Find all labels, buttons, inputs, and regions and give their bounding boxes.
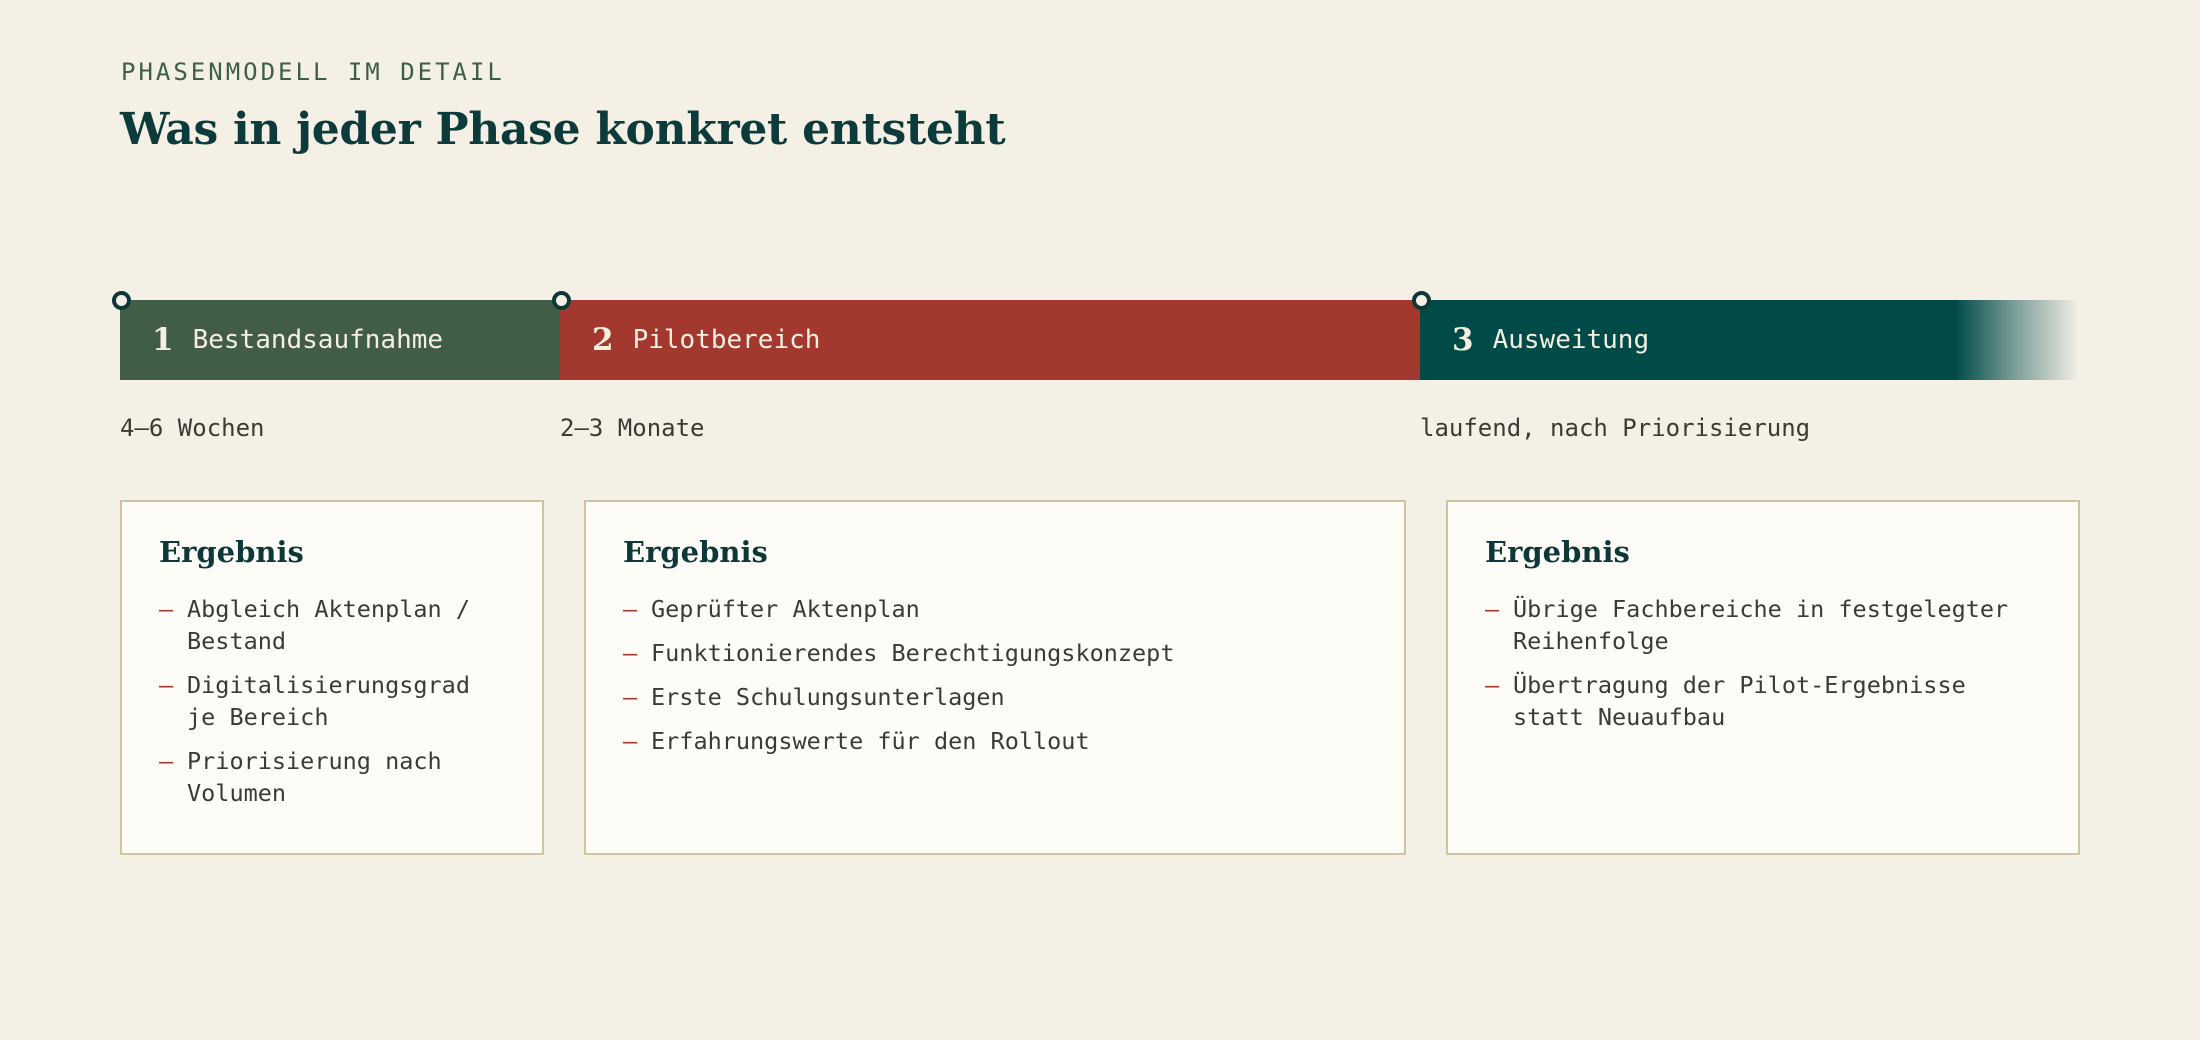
phase-name: Pilotbereich xyxy=(632,325,821,355)
result-item: – Abgleich Aktenplan / Bestand xyxy=(159,595,470,655)
result-item: – Erfahrungswerte für den Rollout xyxy=(623,727,1090,755)
timeline-node-1 xyxy=(112,291,131,310)
phase-duration-2: 2–3 Monate xyxy=(560,414,705,442)
result-card-title: Ergebnis xyxy=(159,535,304,569)
result-card-title: Ergebnis xyxy=(1485,535,1630,569)
result-item: – Priorisierung nach Volumen xyxy=(159,747,442,807)
dash-marker: – xyxy=(623,595,638,623)
phase-band-2: 2 Pilotbereich xyxy=(560,300,1420,380)
result-item: – Erste Schulungsunterlagen xyxy=(623,683,1005,711)
result-list: – Übrige Fachbereiche in festgelegter Rei… xyxy=(1485,593,2042,733)
dash-marker: – xyxy=(1485,595,1500,623)
section-title: Was in jeder Phase konkret entsteht xyxy=(120,104,1006,155)
phase-band-3: 3 Ausweitung xyxy=(1420,300,2080,380)
result-list: – Abgleich Aktenplan / Bestand – Digitalis… xyxy=(159,593,506,809)
phase-duration-3: laufend, nach Priorisierung xyxy=(1420,414,1811,442)
dash-marker: – xyxy=(1485,671,1500,699)
dash-marker: – xyxy=(623,683,638,711)
dash-marker: – xyxy=(623,727,638,755)
phase-number: 1 xyxy=(152,322,174,358)
dash-marker: – xyxy=(159,595,174,623)
phase-number: 2 xyxy=(592,322,614,358)
phase-name: Bestandsaufnahme xyxy=(192,325,444,355)
dash-marker: – xyxy=(159,747,174,775)
result-card-3: Ergebnis – Übrige Fachbereiche in festgel… xyxy=(1446,500,2080,855)
timeline-node-2 xyxy=(552,291,571,310)
result-item: – Übertragung der Pilot-Ergebnisse statt … xyxy=(1485,671,1966,731)
result-item: – Digitalisierungsgrad je Bereich xyxy=(159,671,470,731)
phase-duration-1: 4–6 Wochen xyxy=(120,414,265,442)
result-card-2: Ergebnis – Geprüfter Aktenplan – Funktioni… xyxy=(584,500,1406,855)
section-eyebrow: PHASENMODELL IM DETAIL xyxy=(121,58,505,86)
dash-marker: – xyxy=(623,639,638,667)
result-item: – Geprüfter Aktenplan xyxy=(623,595,920,623)
result-item: – Funktionierendes Berechtigungskonzept xyxy=(623,639,1175,667)
phase-name: Ausweitung xyxy=(1492,325,1650,355)
result-item: – Übrige Fachbereiche in festgelegter Rei… xyxy=(1485,595,2009,655)
result-list: – Geprüfter Aktenplan – Funktionierendes B… xyxy=(623,593,1368,757)
result-card-1: Ergebnis – Abgleich Aktenplan / Bestand –… xyxy=(120,500,544,855)
phase-band-1: 1 Bestandsaufnahme xyxy=(120,300,560,380)
result-card-title: Ergebnis xyxy=(623,535,768,569)
phase-number: 3 xyxy=(1452,322,1474,358)
dash-marker: – xyxy=(159,671,174,699)
timeline-node-3 xyxy=(1412,291,1431,310)
